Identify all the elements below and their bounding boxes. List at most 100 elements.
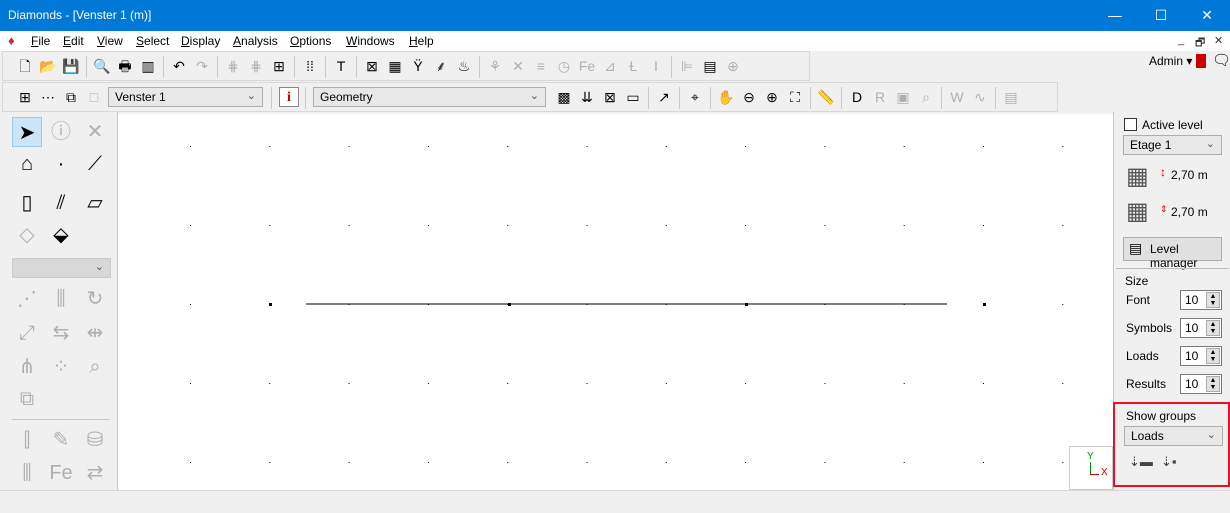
report-icon[interactable]: ▤ [700,56,720,76]
structure-icon[interactable]: Ÿ [408,56,428,76]
connect-icon[interactable]: ⋰ [12,284,42,314]
beam-icon[interactable]: I [646,56,666,76]
word-icon[interactable]: W [947,87,967,107]
save-icon[interactable]: 💾 [61,56,81,76]
print-preview-icon[interactable]: 🔍 [92,56,112,76]
comment-icon[interactable]: 🗨 [1212,51,1230,69]
view-mode-select[interactable]: Geometry ⌄ [313,87,546,107]
align-icon[interactable]: ⊫ [677,56,697,76]
check-icon[interactable]: ✎ [46,425,76,455]
results-icon[interactable]: ⊠ [600,87,620,107]
spinner-arrows-icon[interactable]: ▲ ▼ [1206,292,1220,308]
menu-options[interactable]: Options [290,34,331,48]
export-icon[interactable]: ▥ [138,56,158,76]
line-icon[interactable]: ⟋ [80,149,110,179]
grid-table-icon[interactable]: ⊞ [269,56,289,76]
section-icon[interactable]: Ɫ [623,56,643,76]
print-icon[interactable]: 🖶 [115,56,135,76]
menu-select[interactable]: Select [136,34,169,48]
document-icon[interactable]: ▤ [1001,87,1021,107]
reflect-icon[interactable]: ⇆ [46,318,76,348]
spinner-arrows-icon[interactable]: ▲ ▼ [1206,376,1220,392]
load-on-beam-icon[interactable]: ⇣▬ [1129,454,1153,470]
info-bubble-icon[interactable]: ⓘ [46,117,76,147]
tool-option-select[interactable]: ⌄ [12,258,111,278]
level-select[interactable]: Etage 1 ⌄ [1123,135,1222,155]
pan-icon[interactable]: ✋ [716,87,736,107]
menu-display[interactable]: Display [181,34,220,48]
stack-icon[interactable]: ⛁ [80,425,110,455]
column-icon[interactable]: ▯ [12,188,42,218]
spinner-arrows-icon[interactable]: ▲ ▼ [1206,320,1220,336]
grid-lines-icon[interactable]: ⋕ [223,56,243,76]
fire-icon[interactable]: ♨ [454,56,474,76]
undo-icon[interactable]: ↶ [169,56,189,76]
active-level-checkbox[interactable] [1124,118,1137,131]
image-icon[interactable]: ▣ [893,87,913,107]
axes-icon[interactable]: ⌖ [685,87,705,107]
new-file-icon[interactable]: 🗋 [15,56,35,76]
concrete-icon[interactable]: ⊿ [600,56,620,76]
wall-icon[interactable]: ▱ [80,188,110,218]
beam-icon[interactable]: ⫽ [46,188,76,218]
render-icon[interactable]: ▩ [554,87,574,107]
scale-icon[interactable]: ⧉ [12,384,42,414]
new-window-icon[interactable]: ⊞ [15,87,35,107]
dot-grid-icon[interactable]: ⁞⁞ [300,56,320,76]
grid-plane-icon[interactable]: ⌂ [12,149,42,179]
node-icon[interactable]: · [46,149,76,179]
spinner-arrows-icon[interactable]: ▲ ▼ [1206,348,1220,364]
show-groups-select[interactable]: Loads ⌄ [1124,426,1223,446]
info-button[interactable]: i [279,87,299,107]
move-icon[interactable]: ⤢ [12,318,42,348]
menu-edit[interactable]: Edit [63,34,84,48]
mesh-icon[interactable]: ⋔ [12,352,42,382]
slab-icon[interactable]: ◇ [12,220,42,250]
search-icon[interactable]: ⌕ [916,87,936,107]
close-button[interactable]: ✕ [1184,0,1230,31]
nodes-icon[interactable]: ⁘ [46,352,76,382]
clock-icon[interactable]: ◷ [554,56,574,76]
distribute-icon[interactable]: ⫼ [46,284,76,314]
maximize-button[interactable]: ☐ [1138,0,1184,31]
node-marker[interactable] [508,303,511,306]
delete-icon[interactable]: ✕ [80,117,110,147]
cross-icon[interactable]: ✕ [508,56,528,76]
model-icon[interactable]: ⊠ [362,56,382,76]
zoom-out-icon[interactable]: ⊖ [739,87,759,107]
zoom-extents-icon[interactable]: ⛶ [785,87,805,107]
rebar-icon[interactable]: Fe [46,458,76,488]
measure-icon[interactable]: 📏 [816,87,836,107]
node-marker[interactable] [983,303,986,306]
split-icon[interactable]: ⇹ [80,318,110,348]
window-options-icon[interactable]: ⋯ [38,87,58,107]
size-loads-spinner[interactable]: 10 ▲ ▼ [1180,346,1222,366]
r-icon[interactable]: R [870,87,890,107]
menu-view[interactable]: View [97,34,123,48]
size-font-spinner[interactable]: 10 ▲ ▼ [1180,290,1222,310]
size-results-spinner[interactable]: 10 ▲ ▼ [1180,374,1222,394]
transfer-icon[interactable]: ⇄ [80,458,110,488]
drawing-canvas[interactable]: Y X [118,114,1113,490]
chart-icon[interactable]: ∿ [970,87,990,107]
select-arrow-icon[interactable]: ➤ [12,117,42,147]
menu-file[interactable]: File [31,34,50,48]
colormap-icon[interactable]: ▭ [623,87,643,107]
mdi-close-button[interactable]: ✕ [1214,34,1223,47]
grid-frame-icon[interactable]: ⋕ [246,56,266,76]
foundation-icon[interactable]: ≡ [531,56,551,76]
deformation-icon[interactable]: ⸙ [431,56,451,76]
size-symbols-spinner[interactable]: 10 ▲ ▼ [1180,318,1222,338]
bars-icon[interactable]: ⫼ [12,458,42,488]
settings-icon[interactable]: ⊕ [723,56,743,76]
level-manager-button[interactable]: ▤ Level manager [1123,237,1222,270]
pick-icon[interactable]: ↗ [654,87,674,107]
find-icon[interactable]: ⌕ [80,352,110,382]
diamonds-icon[interactable]: D [847,87,867,107]
open-folder-icon[interactable]: 📂 [38,56,58,76]
window-select[interactable]: Venster 1 ⌄ [108,87,263,107]
menu-windows[interactable]: Windows [346,34,395,48]
user-menu[interactable]: Admin ▾ [1149,54,1192,68]
section-check-icon[interactable]: ⫿ [12,425,42,455]
rotate-icon[interactable]: ↻ [80,284,110,314]
